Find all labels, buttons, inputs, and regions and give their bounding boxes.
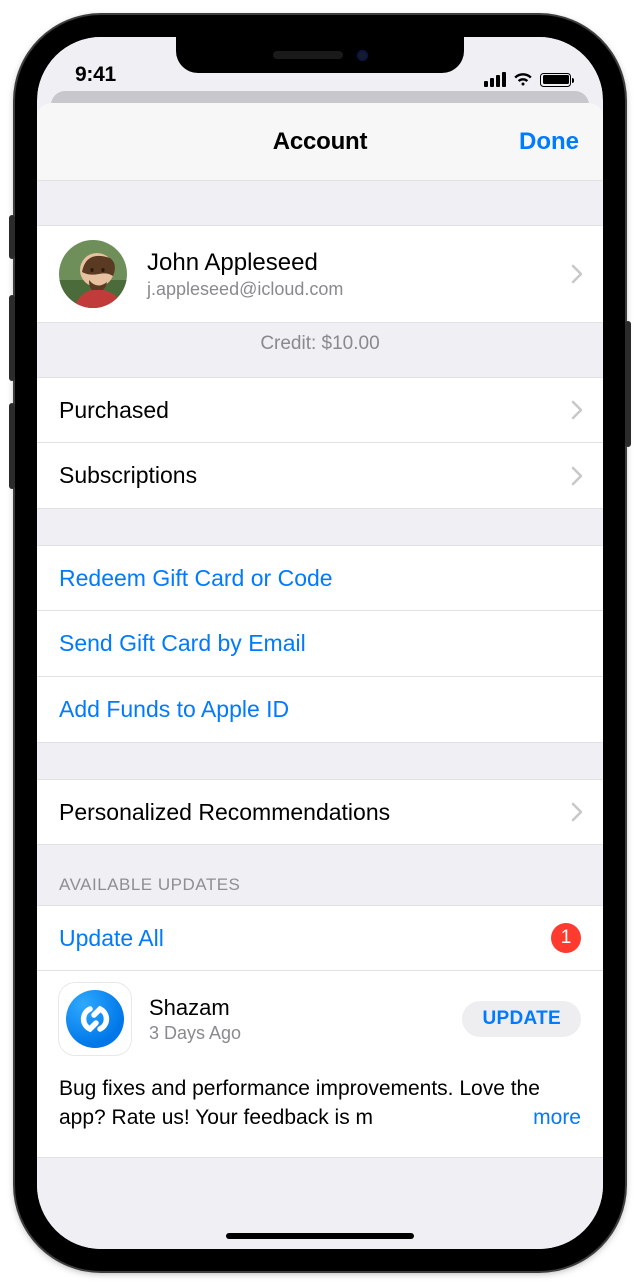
app-update-row: Shazam 3 Days Ago UPDATE [37,971,603,1067]
profile-cell[interactable]: John Appleseed j.appleseed@icloud.com [37,225,603,323]
chevron-right-icon [571,802,583,822]
subscriptions-cell[interactable]: Subscriptions [37,443,603,509]
app-update-time: 3 Days Ago [149,1023,444,1044]
volume-up-button [9,295,15,381]
update-all-label: Update All [59,925,551,952]
purchased-label: Purchased [59,397,581,424]
add-funds-label: Add Funds to Apple ID [59,696,581,723]
notch [176,37,464,73]
add-funds-cell[interactable]: Add Funds to Apple ID [37,677,603,743]
app-description: Bug fixes and performance improvements. … [59,1075,581,1133]
avatar [59,240,127,308]
send-gift-label: Send Gift Card by Email [59,630,581,657]
phone-frame: 9:41 Account Done [15,15,625,1271]
app-name: Shazam [149,995,444,1021]
power-button [625,321,631,447]
front-camera [357,50,368,61]
chevron-right-icon [571,264,583,284]
updates-section-header: Available Updates [37,845,603,905]
redeem-cell[interactable]: Redeem Gift Card or Code [37,545,603,611]
status-time: 9:41 [75,63,116,87]
update-button[interactable]: UPDATE [462,1001,581,1037]
wifi-icon [513,72,533,87]
cellular-signal-icon [484,72,506,87]
credit-label: Credit: $10.00 [37,323,603,377]
subscriptions-label: Subscriptions [59,462,581,489]
chevron-right-icon [571,400,583,420]
account-sheet: Account Done [37,103,603,1249]
profile-email: j.appleseed@icloud.com [147,279,343,300]
redeem-label: Redeem Gift Card or Code [59,565,581,592]
status-icons [484,72,571,87]
page-title: Account [273,128,368,156]
update-all-cell[interactable]: Update All 1 [37,905,603,971]
shazam-icon [66,990,124,1048]
speaker-grille [273,51,343,59]
nav-bar: Account Done [37,103,603,181]
mute-switch [9,215,15,259]
profile-name: John Appleseed [147,249,343,277]
screen: 9:41 Account Done [37,37,603,1249]
app-icon[interactable] [59,983,131,1055]
updates-badge: 1 [551,923,581,953]
chevron-right-icon [571,466,583,486]
recommendations-label: Personalized Recommendations [59,799,581,826]
purchased-cell[interactable]: Purchased [37,377,603,443]
recommendations-cell[interactable]: Personalized Recommendations [37,779,603,845]
done-button[interactable]: Done [519,128,579,156]
more-link[interactable]: more [505,1104,581,1133]
app-description-row: Bug fixes and performance improvements. … [37,1067,603,1158]
volume-down-button [9,403,15,489]
send-gift-cell[interactable]: Send Gift Card by Email [37,611,603,677]
battery-icon [540,73,571,87]
home-indicator[interactable] [226,1233,414,1239]
